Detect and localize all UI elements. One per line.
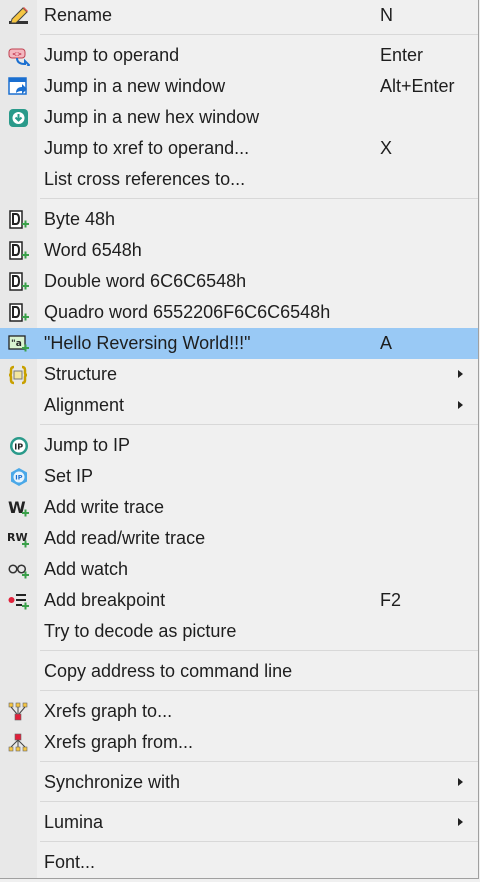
menu-item-label: Rename: [44, 5, 113, 25]
menu-item-label: "Hello Reversing World!!!": [44, 333, 251, 353]
menu-item-shortcut: A: [380, 333, 393, 353]
data-dword-icon: [9, 272, 29, 291]
menu-item-label: Add breakpoint: [44, 590, 166, 610]
menu-item-lumina[interactable]: Lumina: [0, 807, 478, 838]
menu-item-label: Try to decode as picture: [44, 621, 237, 641]
menu-item-label: Double word 6C6C6548h: [44, 271, 247, 291]
menu-item-add-write-trace[interactable]: W Add write trace: [0, 492, 478, 523]
menu-item-shortcut: Enter: [380, 45, 424, 65]
watch-glasses-icon: [8, 564, 29, 579]
menu-item-label: Xrefs graph to...: [44, 701, 173, 721]
submenu-arrow-icon: [458, 370, 463, 378]
data-byte-icon: [9, 210, 29, 229]
menu-item-copy-address[interactable]: Copy address to command line: [0, 656, 478, 687]
menu-item-label: Font...: [44, 852, 96, 872]
menu-item-double-word[interactable]: Double word 6C6C6548h: [0, 266, 478, 297]
menu-item-add-watch[interactable]: Add watch: [0, 554, 478, 585]
menu-item-jump-to-xref[interactable]: Jump to xref to operand... X: [0, 133, 478, 164]
svg-text:W: W: [8, 498, 26, 517]
menu-item-shortcut: F2: [380, 590, 402, 610]
xrefs-graph-from-icon: [8, 733, 28, 752]
jump-ip-icon: IP: [10, 437, 28, 455]
set-ip-icon: IP: [11, 468, 27, 486]
menu-separator: [40, 34, 478, 35]
menu-item-label: Add write trace: [44, 497, 165, 517]
jump-operand-icon: <>: [8, 48, 30, 66]
menu-item-alignment[interactable]: Alignment: [0, 390, 478, 421]
xrefs-graph-to-icon: [8, 702, 28, 721]
menu-item-label: Synchronize with: [44, 772, 181, 792]
menu-separator: [40, 841, 478, 842]
menu-item-label: Xrefs graph from...: [44, 732, 194, 752]
menu-separator: [40, 424, 478, 425]
menu-item-rename[interactable]: Rename N: [0, 0, 478, 31]
menu-item-label: Lumina: [44, 812, 104, 832]
menu-item-list-cross-references[interactable]: List cross references to...: [0, 164, 478, 195]
menu-item-label: Alignment: [44, 395, 125, 415]
context-menu: Rename N <> Jump to operand Enter Jump i…: [0, 0, 479, 879]
menu-item-shortcut: Alt+Enter: [380, 76, 455, 96]
menu-item-xrefs-graph-from[interactable]: Xrefs graph from...: [0, 727, 478, 758]
menu-item-label: List cross references to...: [44, 169, 246, 189]
menu-separator: [40, 761, 478, 762]
menu-item-shortcut: N: [380, 5, 393, 25]
submenu-arrow-icon: [458, 778, 463, 786]
menu-item-label: Copy address to command line: [44, 661, 293, 681]
menu-item-jump-to-operand[interactable]: <> Jump to operand Enter: [0, 40, 478, 71]
menu-item-xrefs-graph-to[interactable]: Xrefs graph to...: [0, 696, 478, 727]
menu-item-add-read-write-trace[interactable]: RW Add read/write trace: [0, 523, 478, 554]
hex-window-icon: [9, 109, 28, 127]
rename-pencil-icon: [9, 7, 28, 24]
svg-text:"a: "a: [11, 339, 22, 349]
new-window-icon: [8, 77, 27, 95]
menu-separator: [40, 690, 478, 691]
breakpoint-icon: [8, 594, 29, 610]
menu-item-label: Quadro word 6552206F6C6C6548h: [44, 302, 331, 322]
menu-item-label: Jump to operand: [44, 45, 180, 65]
write-trace-icon: W: [8, 498, 29, 517]
menu-item-label: Jump in a new hex window: [44, 107, 260, 127]
menu-item-font[interactable]: Font...: [0, 847, 478, 878]
menu-item-label: Byte 48h: [44, 209, 116, 229]
menu-item-label: Set IP: [44, 466, 94, 486]
menu-item-jump-new-window[interactable]: Jump in a new window Alt+Enter: [0, 71, 478, 102]
menu-item-label: Jump to IP: [44, 435, 131, 455]
menu-item-decode-as-picture[interactable]: Try to decode as picture: [0, 616, 478, 647]
menu-item-string[interactable]: "a "Hello Reversing World!!!" A: [0, 328, 478, 359]
menu-item-word[interactable]: Word 6548h: [0, 235, 478, 266]
menu-item-byte[interactable]: Byte 48h: [0, 204, 478, 235]
data-qword-icon: [9, 303, 29, 322]
submenu-arrow-icon: [458, 818, 463, 826]
menu-item-structure[interactable]: Structure: [0, 359, 478, 390]
menu-item-jump-new-hex-window[interactable]: Jump in a new hex window: [0, 102, 478, 133]
svg-text:IP: IP: [15, 474, 22, 482]
string-icon: "a: [8, 335, 29, 352]
menu-item-label: Word 6548h: [44, 240, 142, 260]
menu-item-quadro-word[interactable]: Quadro word 6552206F6C6C6548h: [0, 297, 478, 328]
menu-item-shortcut: X: [380, 138, 393, 158]
data-word-icon: [9, 241, 29, 260]
menu-item-label: Jump to xref to operand...: [44, 138, 250, 158]
svg-text:<>: <>: [12, 51, 22, 58]
menu-separator: [40, 801, 478, 802]
menu-item-label: Structure: [44, 364, 118, 384]
svg-text:IP: IP: [14, 442, 23, 451]
menu-separator: [40, 650, 478, 651]
menu-item-label: Add read/write trace: [44, 528, 206, 548]
menu-item-add-breakpoint[interactable]: Add breakpoint F2: [0, 585, 478, 616]
structure-icon: [8, 365, 28, 385]
menu-item-jump-to-ip[interactable]: IP Jump to IP: [0, 430, 478, 461]
submenu-arrow-icon: [458, 401, 463, 409]
menu-item-set-ip[interactable]: IP Set IP: [0, 461, 478, 492]
menu-item-label: Add watch: [44, 559, 129, 579]
read-write-trace-icon: RW: [8, 531, 29, 548]
menu-separator: [40, 198, 478, 199]
menu-item-label: Jump in a new window: [44, 76, 226, 96]
menu-item-synchronize-with[interactable]: Synchronize with: [0, 767, 478, 798]
